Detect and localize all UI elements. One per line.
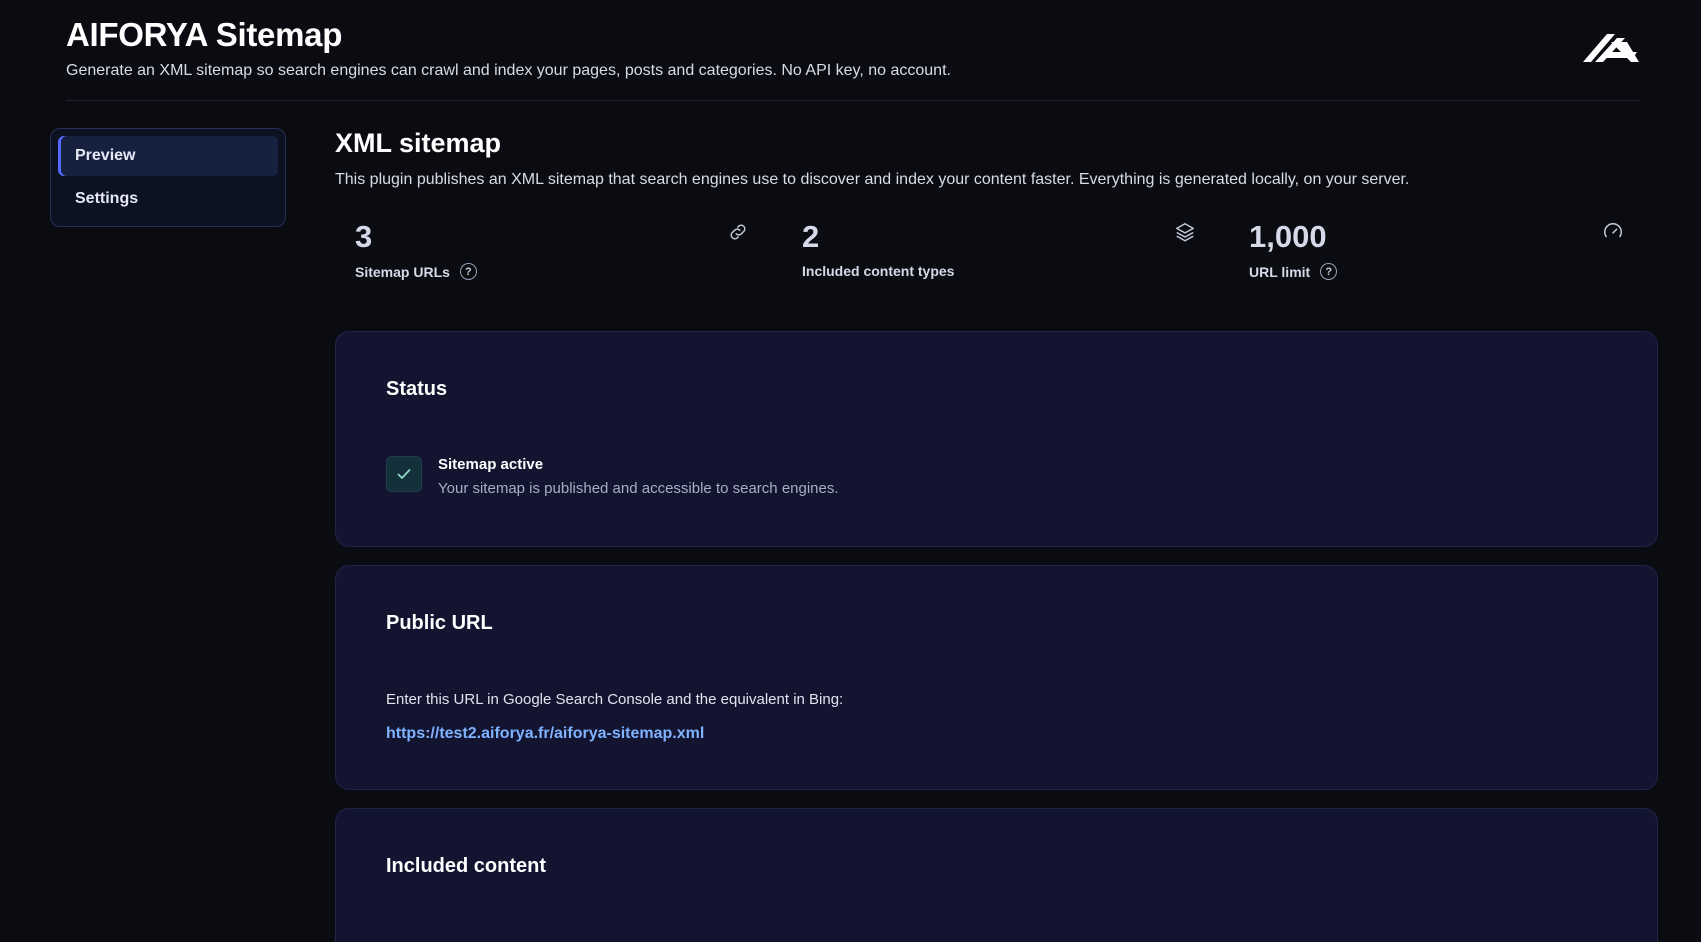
stat-label-text: Sitemap URLs xyxy=(355,263,450,280)
sidebar-item-label: Settings xyxy=(75,190,139,207)
stat-content-types: 2 Included content types xyxy=(782,219,1194,299)
sitemap-url-link[interactable]: https://test2.aiforya.fr/aiforya-sitemap… xyxy=(386,725,704,743)
section-title: XML sitemap xyxy=(335,128,502,158)
check-icon xyxy=(386,456,422,492)
app-title: AIFORYA Sitemap xyxy=(66,16,343,53)
status-card: Status Sitemap active Your sitemap is pu… xyxy=(335,331,1658,547)
public-url-card: Public URL Enter this URL in Google Sear… xyxy=(335,565,1658,790)
status-text: Your sitemap is published and accessible… xyxy=(438,480,839,497)
stat-value: 2 xyxy=(802,219,820,254)
sidebar-item-label: Preview xyxy=(75,147,136,164)
stat-url-limit: 1,000 URL limit ? xyxy=(1229,219,1629,299)
stat-label: URL limit ? xyxy=(1249,263,1338,280)
app-subtitle: Generate an XML sitemap so search engine… xyxy=(66,62,951,79)
card-title: Status xyxy=(386,378,448,400)
help-icon[interactable]: ? xyxy=(459,263,477,280)
card-title: Public URL xyxy=(386,612,493,634)
stat-label: Included content types xyxy=(802,263,954,279)
sidebar-nav: Preview Settings xyxy=(50,128,286,227)
sidebar-item-settings[interactable]: Settings xyxy=(58,179,278,219)
sidebar-item-preview[interactable]: Preview xyxy=(58,136,278,176)
status-heading: Sitemap active xyxy=(438,456,544,473)
page-header: AIFORYA Sitemap Generate an XML sitemap … xyxy=(66,14,1641,101)
section-description: This plugin publishes an XML sitemap tha… xyxy=(335,171,1410,188)
included-content-card: Included content xyxy=(335,808,1658,942)
stat-sitemap-urls: 3 Sitemap URLs ? xyxy=(335,219,746,299)
layers-icon xyxy=(1176,223,1194,242)
stat-value: 1,000 xyxy=(1249,219,1327,254)
card-title: Included content xyxy=(386,855,546,877)
link-icon xyxy=(730,224,746,240)
page: AIFORYA Sitemap Generate an XML sitemap … xyxy=(0,0,1701,942)
gauge-icon xyxy=(1604,223,1622,238)
stat-value: 3 xyxy=(355,219,373,254)
stats-row: 3 Sitemap URLs ? 2 Included content type… xyxy=(335,189,1658,297)
stat-label-text: Included content types xyxy=(802,263,955,279)
url-intro-text: Enter this URL in Google Search Console … xyxy=(386,691,844,708)
aiforya-logo-icon xyxy=(1583,34,1639,62)
stat-label-text: URL limit xyxy=(1249,263,1311,280)
stat-label: Sitemap URLs ? xyxy=(355,263,477,280)
help-icon[interactable]: ? xyxy=(1320,263,1338,280)
main-content: XML sitemap This plugin publishes an XML… xyxy=(335,128,1658,297)
